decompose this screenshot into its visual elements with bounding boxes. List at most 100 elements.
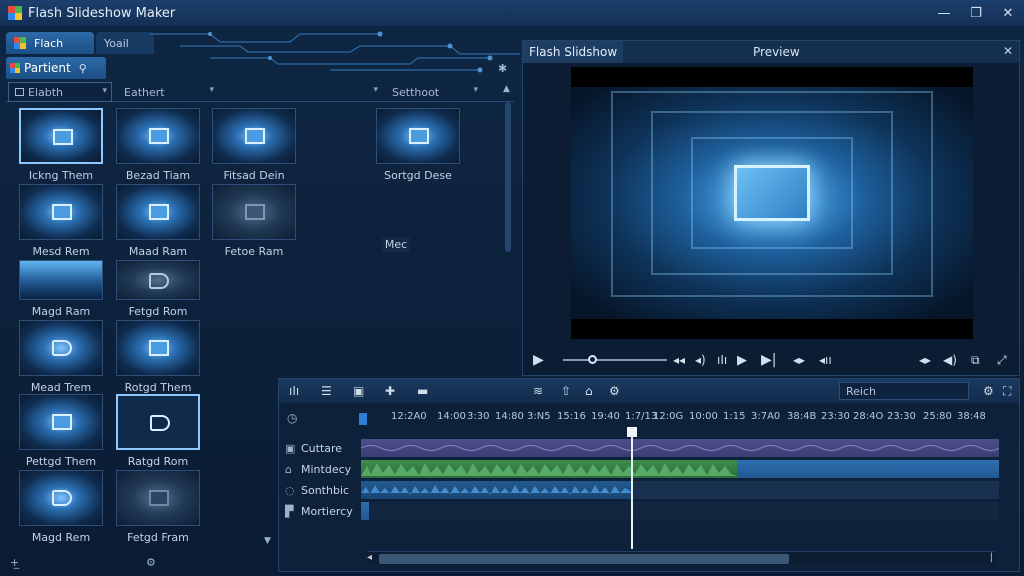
speaker-icon[interactable]: ◀) bbox=[943, 353, 957, 367]
close-icon[interactable]: ✕ bbox=[1003, 44, 1013, 58]
search-icon[interactable]: ⚲ bbox=[79, 62, 87, 75]
thumbnail-item[interactable]: Rotgd Them bbox=[116, 320, 200, 394]
scroll-up-icon[interactable]: ▲ bbox=[503, 84, 510, 94]
loop-icon[interactable]: ◂▸ bbox=[793, 353, 805, 367]
thumbnail-image bbox=[116, 184, 200, 240]
thumbnail-item[interactable]: Mesd Rem bbox=[19, 184, 103, 258]
thumbnail-image bbox=[19, 470, 103, 526]
left-status-bar: +̲ ⚙ bbox=[6, 552, 276, 572]
thumbnail-item[interactable]: Pettgd Them bbox=[19, 394, 103, 468]
thumbnail-item[interactable]: Mec bbox=[376, 232, 416, 252]
track-lane bbox=[361, 481, 999, 499]
panel-header: Partient ⚲ bbox=[6, 57, 106, 79]
scrollbar-thumb[interactable] bbox=[379, 554, 789, 564]
thumbnail-image bbox=[116, 108, 200, 164]
thumbnail-item[interactable]: Fetoe Ram bbox=[212, 184, 296, 258]
thumbnail-item[interactable]: Sortgd Dese bbox=[376, 108, 460, 182]
seek-slider[interactable] bbox=[563, 355, 667, 364]
tab-label: Flach bbox=[34, 36, 64, 50]
thumbnail-item[interactable]: Magd Rem bbox=[19, 470, 103, 544]
ruler-tick: 23:30 bbox=[821, 411, 850, 422]
scrollbar-thumb[interactable] bbox=[505, 102, 511, 252]
pin-icon[interactable]: ✱ bbox=[498, 62, 507, 75]
maximize-button[interactable]: ❐ bbox=[960, 0, 992, 26]
filter-dropdown-3[interactable]: ▾ bbox=[220, 82, 382, 102]
ruler-tick: 10:00 bbox=[689, 411, 718, 422]
audio-wave-icon[interactable]: ◂ıı bbox=[819, 353, 832, 367]
scroll-left-icon[interactable]: ◂ bbox=[367, 552, 372, 563]
filter-label: Eathert bbox=[124, 85, 165, 99]
panel-logo-icon bbox=[10, 63, 20, 73]
thumbnail-caption: Ickng Them bbox=[28, 169, 94, 182]
time-ruler[interactable]: 12:2A0 14:00 3:30 14:80 3:N5 15:16 19:40… bbox=[359, 409, 1019, 427]
rewind-icon[interactable]: ◂◂ bbox=[673, 353, 685, 367]
thumbnail-item[interactable]: Fitsad Dein bbox=[212, 108, 296, 182]
timeline-scrollbar[interactable]: ◂ | bbox=[367, 551, 995, 565]
tab-label: Yoail bbox=[104, 36, 129, 50]
thumbnail-item[interactable]: Maad Ram bbox=[116, 184, 200, 258]
fullscreen-icon[interactable]: ⤢ bbox=[997, 353, 1007, 368]
upload-icon[interactable]: ⇧ bbox=[561, 384, 571, 398]
thumbnail-item[interactable]: Bezad Tiam bbox=[116, 108, 200, 182]
track-header[interactable]: ◌ Sonthbic bbox=[285, 481, 361, 499]
ruler-tick: 12:0G bbox=[653, 411, 684, 422]
chevron-down-icon: ▾ bbox=[373, 85, 378, 95]
tab-yoail[interactable]: Yoail bbox=[96, 32, 154, 54]
add-icon[interactable]: +̲ bbox=[10, 556, 19, 569]
timeline-clip[interactable] bbox=[361, 460, 737, 478]
settings-icon[interactable]: ⚙ bbox=[983, 384, 994, 398]
filter-dropdown-1[interactable]: Elabth ▾ bbox=[8, 82, 112, 102]
thumbnail-caption: Bezad Tiam bbox=[125, 169, 191, 182]
bars-icon[interactable]: ıIı bbox=[289, 384, 299, 398]
ruler-tick: 15:16 bbox=[557, 411, 586, 422]
minimize-button[interactable]: — bbox=[928, 0, 960, 26]
ruler-tick: 3:30 bbox=[467, 411, 490, 422]
seek-knob[interactable] bbox=[588, 355, 597, 364]
settings-icon[interactable]: ⚙ bbox=[146, 556, 156, 569]
list-icon[interactable]: ☰ bbox=[321, 384, 332, 398]
thumbnail-item[interactable]: Fetgd Rom bbox=[116, 260, 200, 318]
thumbnail-item[interactable]: Ratgd Rom bbox=[116, 394, 200, 468]
folder-icon[interactable]: ▬ bbox=[417, 384, 428, 398]
track-header[interactable]: ⌂ Mintdecy bbox=[285, 460, 361, 478]
waveform-icon[interactable]: ıIı bbox=[717, 353, 727, 367]
volume-icon[interactable]: ◂) bbox=[695, 353, 706, 367]
filter-dropdown-2[interactable]: Eathert ▾ bbox=[118, 82, 218, 102]
snapshot-icon[interactable]: ⧉ bbox=[971, 353, 980, 368]
thumbnail-item[interactable]: Ickng Them bbox=[19, 108, 103, 182]
play-small-icon[interactable]: ▶ bbox=[737, 353, 747, 368]
gear-icon[interactable]: ⚙ bbox=[609, 384, 620, 398]
thumbnail-item[interactable]: Mead Trem bbox=[19, 320, 103, 394]
timeline-clip[interactable] bbox=[633, 481, 999, 499]
thumbnail-item[interactable]: Fetgd Fram bbox=[116, 470, 200, 544]
timeline-search-input[interactable]: Reich bbox=[839, 382, 969, 400]
thumbnail-caption: Ratgd Rom bbox=[127, 455, 189, 468]
track-header[interactable]: ▛ Mortiercy bbox=[285, 502, 361, 520]
thumbnail-item[interactable]: Magd Ram bbox=[19, 260, 103, 318]
app-logo-icon bbox=[8, 6, 22, 20]
timeline-clip[interactable] bbox=[361, 439, 999, 457]
filter-icon bbox=[15, 88, 24, 96]
wifi-icon[interactable]: ≋ bbox=[533, 384, 543, 398]
timeline-clip[interactable] bbox=[737, 460, 999, 478]
track-header[interactable]: ▣ Cuttare bbox=[285, 439, 361, 457]
filter-dropdown-4[interactable]: Setthoot ▾ bbox=[386, 82, 482, 102]
ruler-tick: 1:15 bbox=[723, 411, 746, 422]
split-icon[interactable]: ✚ bbox=[385, 384, 395, 398]
lock-icon[interactable]: ⌂ bbox=[585, 384, 593, 398]
tab-flash-slideshow[interactable]: Flash Slidshow bbox=[523, 41, 623, 63]
timeline-clip[interactable] bbox=[361, 502, 369, 520]
scroll-down-icon[interactable]: ▼ bbox=[264, 536, 271, 546]
chat-icon[interactable]: ▣ bbox=[353, 384, 364, 398]
scroll-right-icon[interactable]: | bbox=[990, 552, 993, 563]
thumbnail-image bbox=[19, 108, 103, 164]
tab-flach[interactable]: Flach bbox=[6, 32, 94, 54]
timeline-clip[interactable] bbox=[361, 481, 633, 499]
expand-icon[interactable]: ⛶ bbox=[1003, 384, 1011, 399]
filter-label: Elabth bbox=[28, 85, 64, 99]
play-icon[interactable]: ▶ bbox=[533, 352, 544, 368]
close-button[interactable]: ✕ bbox=[992, 0, 1024, 26]
playhead[interactable] bbox=[631, 427, 633, 549]
prev-icon[interactable]: ◂▸ bbox=[919, 353, 931, 367]
next-frame-icon[interactable]: ▶| bbox=[761, 352, 776, 368]
